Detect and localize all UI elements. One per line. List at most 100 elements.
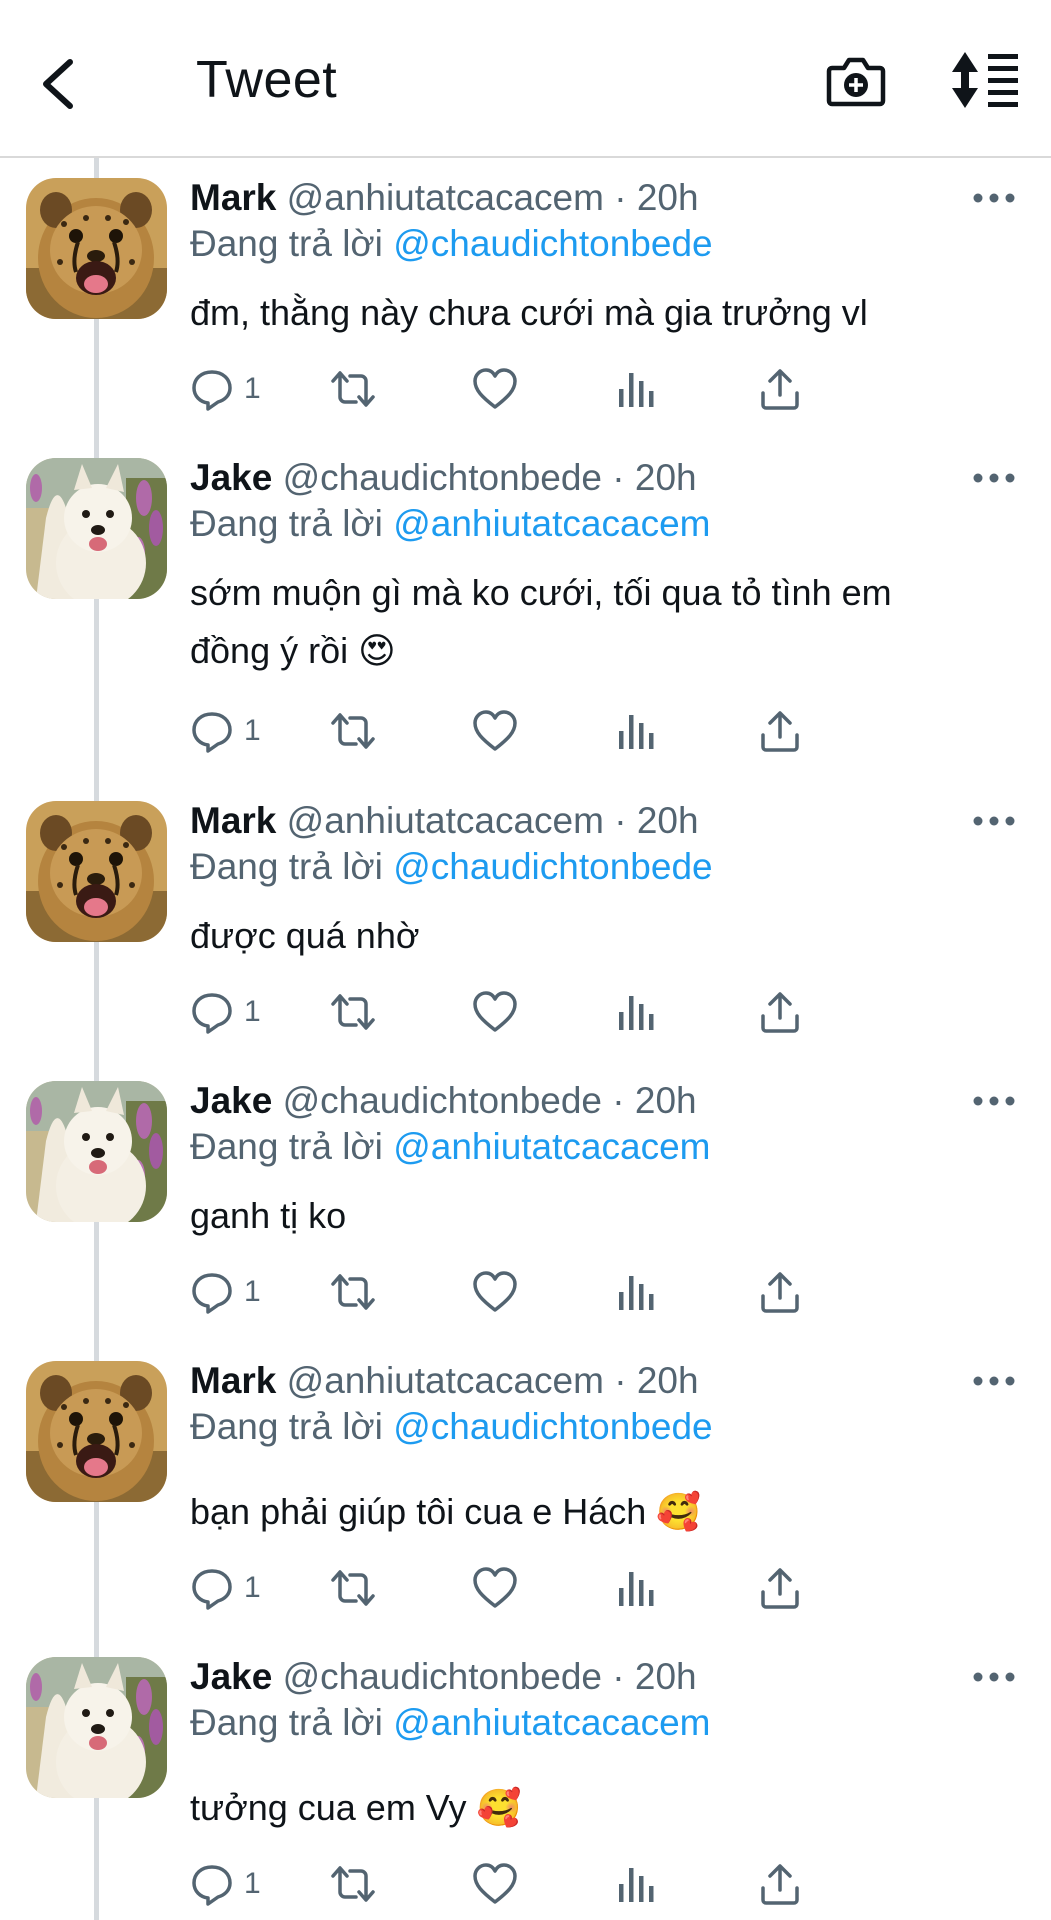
more-options-button[interactable] <box>972 1669 1016 1689</box>
like-button[interactable] <box>472 364 518 414</box>
camera-button[interactable] <box>826 50 886 112</box>
retweet-button[interactable] <box>330 1267 376 1317</box>
user-handle[interactable]: @chaudichtonbede <box>283 1080 602 1121</box>
timestamp[interactable]: 20h <box>635 1656 697 1697</box>
user-handle[interactable]: @anhiutatcacacem <box>287 1360 604 1401</box>
back-button[interactable] <box>36 52 86 116</box>
tweet-actions: 1 <box>190 706 950 756</box>
analytics-button[interactable] <box>616 1267 656 1317</box>
reply-count: 1 <box>244 1867 261 1900</box>
analytics-icon <box>619 1276 654 1310</box>
more-options-button[interactable] <box>972 813 1016 833</box>
mention-link[interactable]: @chaudichtonbede <box>393 846 712 887</box>
tweet-text: tưởng cua em Vy 🥰 <box>190 1787 522 1828</box>
user-handle[interactable]: @chaudichtonbede <box>283 1656 602 1697</box>
reply-count: 1 <box>244 1275 261 1308</box>
like-button[interactable] <box>472 1859 518 1909</box>
retweet-button[interactable] <box>330 1563 376 1613</box>
more-icon <box>973 1096 1015 1106</box>
share-button[interactable] <box>758 1859 802 1909</box>
tweet-actions: 1 <box>190 1563 950 1613</box>
timestamp[interactable]: 20h <box>637 800 699 841</box>
display-name[interactable]: Jake <box>190 1080 272 1121</box>
tweet-actions: 1 <box>190 364 950 414</box>
tweet-text: đm, thằng này chưa cưới mà gia trưởng vl <box>190 292 868 333</box>
mention-link[interactable]: @anhiutatcacacem <box>393 503 710 544</box>
tweet-actions: 1 <box>190 987 950 1037</box>
top-bar: Tweet <box>0 0 1051 158</box>
retweet-button[interactable] <box>330 706 376 756</box>
share-button[interactable] <box>758 1267 802 1317</box>
avatar[interactable] <box>26 1081 167 1222</box>
analytics-button[interactable] <box>616 987 656 1037</box>
analytics-icon <box>619 1572 654 1606</box>
replying-to-label: Đang trả lời <box>190 1702 383 1743</box>
more-options-button[interactable] <box>972 470 1016 490</box>
retweet-button[interactable] <box>330 364 376 414</box>
share-button[interactable] <box>758 364 802 414</box>
tweet-header: Mark @anhiutatcacacem · 20h <box>190 176 699 220</box>
display-name[interactable]: Mark <box>190 177 276 218</box>
share-button[interactable] <box>758 987 802 1037</box>
mention-link[interactable]: @anhiutatcacacem <box>393 1126 710 1167</box>
heart-icon <box>473 710 517 751</box>
share-button[interactable] <box>758 1563 802 1613</box>
retweet-icon <box>331 713 375 749</box>
display-name[interactable]: Jake <box>190 1656 272 1697</box>
reply-count: 1 <box>244 1571 261 1604</box>
reply-button[interactable]: 1 <box>190 1563 261 1613</box>
tweet-text: được quá nhờ <box>190 915 420 956</box>
avatar[interactable] <box>26 1657 167 1798</box>
timestamp[interactable]: 20h <box>635 1080 697 1121</box>
mention-link[interactable]: @chaudichtonbede <box>393 223 712 264</box>
more-options-button[interactable] <box>972 1093 1016 1113</box>
retweet-button[interactable] <box>330 987 376 1037</box>
more-options-button[interactable] <box>972 190 1016 210</box>
user-handle[interactable]: @anhiutatcacacem <box>287 800 604 841</box>
heart-icon <box>473 991 517 1032</box>
analytics-button[interactable] <box>616 1859 656 1909</box>
retweet-button[interactable] <box>330 1859 376 1909</box>
avatar[interactable] <box>26 801 167 942</box>
sort-replies-button[interactable] <box>950 50 1020 110</box>
mention-link[interactable]: @anhiutatcacacem <box>393 1702 710 1743</box>
analytics-button[interactable] <box>616 1563 656 1613</box>
timestamp[interactable]: 20h <box>637 1360 699 1401</box>
analytics-button[interactable] <box>616 364 656 414</box>
like-button[interactable] <box>472 706 518 756</box>
reply-button[interactable]: 1 <box>190 706 261 756</box>
reply-button[interactable]: 1 <box>190 1267 261 1317</box>
user-handle[interactable]: @anhiutatcacacem <box>287 177 604 218</box>
retweet-icon <box>331 1866 375 1902</box>
replying-to: Đang trả lời @anhiutatcacacem <box>190 1125 710 1169</box>
like-button[interactable] <box>472 1563 518 1613</box>
heart-icon <box>473 368 517 409</box>
camera-plus-icon <box>826 57 886 107</box>
avatar[interactable] <box>26 1361 167 1502</box>
share-button[interactable] <box>758 706 802 756</box>
reply-button[interactable]: 1 <box>190 364 261 414</box>
separator-dot: · <box>612 1656 625 1697</box>
reply-icon <box>192 712 232 753</box>
more-options-button[interactable] <box>972 1373 1016 1393</box>
tweet-actions: 1 <box>190 1267 950 1317</box>
timestamp[interactable]: 20h <box>637 177 699 218</box>
timestamp[interactable]: 20h <box>635 457 697 498</box>
separator-dot: · <box>614 1360 627 1401</box>
analytics-button[interactable] <box>616 706 656 756</box>
heart-icon <box>473 1271 517 1312</box>
display-name[interactable]: Jake <box>190 457 272 498</box>
user-handle[interactable]: @chaudichtonbede <box>283 457 602 498</box>
avatar[interactable] <box>26 458 167 599</box>
replying-to: Đang trả lời @chaudichtonbede <box>190 222 713 266</box>
like-button[interactable] <box>472 1267 518 1317</box>
display-name[interactable]: Mark <box>190 1360 276 1401</box>
separator-dot: · <box>614 800 627 841</box>
display-name[interactable]: Mark <box>190 800 276 841</box>
like-button[interactable] <box>472 987 518 1037</box>
reply-button[interactable]: 1 <box>190 987 261 1037</box>
analytics-icon <box>619 996 654 1030</box>
mention-link[interactable]: @chaudichtonbede <box>393 1406 712 1447</box>
reply-button[interactable]: 1 <box>190 1859 261 1909</box>
avatar[interactable] <box>26 178 167 319</box>
